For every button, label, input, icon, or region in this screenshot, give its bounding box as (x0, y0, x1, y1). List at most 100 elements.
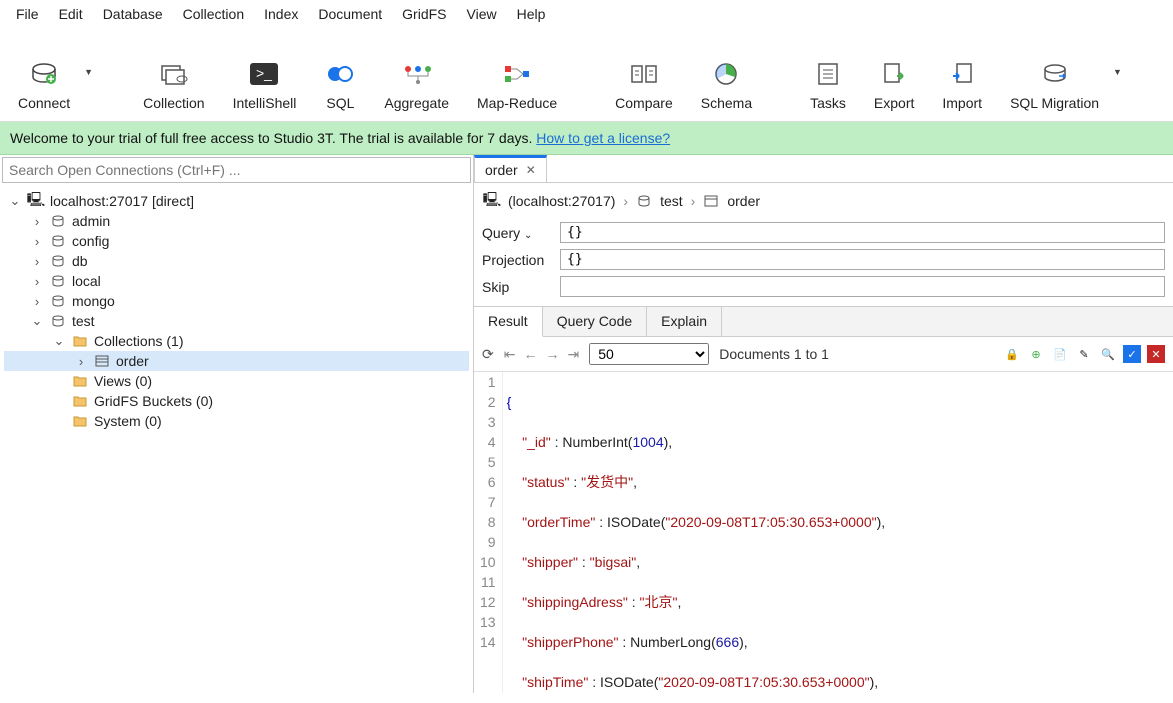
refresh-icon[interactable]: ⟳ (482, 346, 494, 363)
json-source[interactable]: { "_id" : NumberInt(1004), "status" : "发… (503, 372, 893, 693)
collection-button[interactable]: Collection (129, 33, 218, 111)
tree-collection-order[interactable]: ›order (4, 351, 469, 371)
tree-db-local[interactable]: ›local (4, 271, 469, 291)
connections-sidebar: ⌄🖳localhost:27017 [direct] ›admin ›confi… (0, 155, 474, 693)
trial-banner: Welcome to your trial of full free acces… (0, 122, 1173, 155)
folder-icon (72, 373, 88, 389)
schema-icon (710, 59, 742, 89)
query-label: Query ⌄ (482, 225, 552, 241)
connect-button[interactable]: Connect (4, 33, 84, 111)
database-icon (50, 313, 66, 329)
menu-bar: File Edit Database Collection Index Docu… (0, 0, 1173, 29)
add-doc-icon[interactable]: ⊕ (1027, 345, 1045, 363)
result-subtabs: Result Query Code Explain (474, 306, 1173, 337)
breadcrumb: 🖳(localhost:27017)› test› order (474, 183, 1173, 219)
json-result: 1234567891011121314 { "_id" : NumberInt(… (474, 372, 1173, 693)
subtab-query-code[interactable]: Query Code (543, 307, 647, 336)
close-tab-icon[interactable]: ✕ (526, 163, 536, 177)
tree-db-config[interactable]: ›config (4, 231, 469, 251)
export-icon (878, 59, 910, 89)
collection-icon (703, 193, 719, 209)
connection-tree: ⌄🖳localhost:27017 [direct] ›admin ›confi… (0, 185, 473, 693)
nav-next-icon[interactable]: → (545, 346, 559, 363)
menu-edit[interactable]: Edit (51, 4, 91, 24)
connect-icon (28, 59, 60, 89)
tree-connection[interactable]: ⌄🖳localhost:27017 [direct] (4, 191, 469, 211)
aggregate-icon (401, 59, 433, 89)
tree-db-db[interactable]: ›db (4, 251, 469, 271)
sql-migration-button[interactable]: SQL Migration (996, 33, 1113, 111)
database-icon (636, 193, 652, 209)
intellishell-icon: >_ (248, 59, 280, 89)
find-doc-icon[interactable]: 🔍 (1099, 345, 1117, 363)
projection-label: Projection (482, 252, 552, 268)
document-range: Documents 1 to 1 (719, 346, 829, 362)
schema-button[interactable]: Schema (687, 33, 766, 111)
nav-prev-icon[interactable]: ← (523, 346, 537, 363)
menu-help[interactable]: Help (509, 4, 554, 24)
view-doc-icon[interactable]: 📄 (1051, 345, 1069, 363)
tree-system[interactable]: System (0) (4, 411, 469, 431)
delete-icon[interactable]: ✕ (1147, 345, 1165, 363)
sql-migration-icon (1039, 59, 1071, 89)
menu-database[interactable]: Database (95, 4, 171, 24)
toolbar: Connect ▼ Collection >_ IntelliShell SQL… (0, 29, 1173, 122)
nav-first-icon[interactable]: ⇤ (504, 346, 516, 363)
search-connections-input[interactable] (2, 157, 471, 183)
query-input[interactable] (560, 222, 1165, 243)
map-reduce-button[interactable]: Map-Reduce (463, 33, 571, 111)
tasks-button[interactable]: Tasks (796, 33, 860, 111)
database-icon (50, 253, 66, 269)
menu-gridfs[interactable]: GridFS (394, 4, 454, 24)
menu-file[interactable]: File (8, 4, 47, 24)
sql-button[interactable]: SQL (310, 33, 370, 111)
folder-icon (72, 413, 88, 429)
subtab-explain[interactable]: Explain (647, 307, 722, 336)
export-button[interactable]: Export (860, 33, 928, 111)
license-link[interactable]: How to get a license? (536, 130, 670, 146)
server-icon: 🖳 (28, 193, 44, 209)
edit-doc-icon[interactable]: ✎ (1075, 345, 1093, 363)
database-icon (50, 293, 66, 309)
projection-input[interactable] (560, 249, 1165, 270)
database-icon (50, 213, 66, 229)
database-icon (50, 273, 66, 289)
tree-db-mongo[interactable]: ›mongo (4, 291, 469, 311)
menu-view[interactable]: View (459, 4, 505, 24)
menu-index[interactable]: Index (256, 4, 306, 24)
database-icon (50, 233, 66, 249)
tab-order[interactable]: order✕ (474, 155, 547, 182)
connect-dropdown-icon[interactable]: ▼ (78, 67, 99, 77)
collection-icon (94, 353, 110, 369)
result-toolbar: ⟳ ⇤ ← → ⇥ 50 Documents 1 to 1 🔒 ⊕ 📄 ✎ 🔍 … (474, 337, 1173, 372)
skip-input[interactable] (560, 276, 1165, 297)
sql-icon (324, 59, 356, 89)
page-size-select[interactable]: 50 (589, 343, 709, 365)
aggregate-button[interactable]: Aggregate (370, 33, 463, 111)
compare-icon (628, 59, 660, 89)
folder-icon (72, 393, 88, 409)
svg-text:>_: >_ (256, 65, 272, 81)
editor-tabs: order✕ (474, 155, 1173, 183)
confirm-icon[interactable]: ✓ (1123, 345, 1141, 363)
menu-collection[interactable]: Collection (175, 4, 252, 24)
tasks-icon (812, 59, 844, 89)
import-button[interactable]: Import (928, 33, 996, 111)
subtab-result[interactable]: Result (474, 307, 543, 337)
lock-icon[interactable]: 🔒 (1003, 345, 1021, 363)
nav-last-icon[interactable]: ⇥ (567, 346, 579, 363)
compare-button[interactable]: Compare (601, 33, 687, 111)
tree-collections[interactable]: ⌄Collections (1) (4, 331, 469, 351)
gutter: 1234567891011121314 (474, 372, 503, 693)
intellishell-button[interactable]: >_ IntelliShell (219, 33, 311, 111)
tree-gridfs[interactable]: GridFS Buckets (0) (4, 391, 469, 411)
folder-icon (72, 333, 88, 349)
menu-document[interactable]: Document (310, 4, 390, 24)
tree-views[interactable]: Views (0) (4, 371, 469, 391)
tree-db-admin[interactable]: ›admin (4, 211, 469, 231)
skip-label: Skip (482, 279, 552, 295)
import-icon (946, 59, 978, 89)
tree-db-test[interactable]: ⌄test (4, 311, 469, 331)
migration-dropdown-icon[interactable]: ▼ (1107, 67, 1128, 77)
server-icon: 🖳 (484, 193, 500, 209)
